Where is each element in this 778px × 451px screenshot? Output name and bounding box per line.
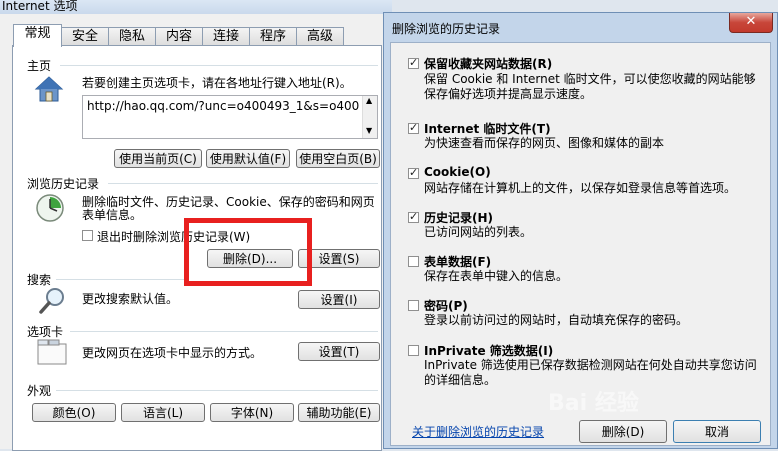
option-title: 表单数据(F) [424, 255, 492, 269]
option-description: 登录以前访问过的网站时，自动填充保存的密码。 [424, 313, 689, 327]
passwords-checkbox[interactable] [408, 300, 419, 311]
history-checkbox[interactable] [408, 210, 419, 223]
tab-content[interactable]: 内容 [155, 27, 203, 46]
home-icon [34, 74, 64, 107]
inprivate-filtering-checkbox[interactable] [408, 345, 419, 356]
option-description: InPrivate 筛选使用已保存数据检测网站在何处自动共享您访问的详细信息。 [424, 358, 757, 387]
form-data-checkbox[interactable] [408, 256, 419, 267]
preserve-favorites-checkbox[interactable] [408, 56, 419, 69]
section-divider [56, 390, 378, 391]
use-current-page-button[interactable]: 使用当前页(C) [114, 149, 202, 168]
use-blank-button[interactable]: 使用空白页(B) [296, 149, 380, 168]
section-divider [60, 65, 378, 66]
delete-history-dialog: 删除浏览的历史记录 ✕ 保留收藏夹网站数据(R) 保留 Cookie 和 Int… [383, 12, 778, 449]
about-delete-history-link[interactable]: 关于删除浏览的历史记录 [412, 423, 544, 440]
tab-programs[interactable]: 程序 [249, 27, 297, 46]
tabs-window-icon [36, 338, 68, 369]
internet-options-window: Internet 选项 常规 安全 隐私 内容 连接 程序 高级 主页 若要创建… [0, 0, 392, 451]
scroll-up-icon[interactable]: ▲ [366, 96, 372, 105]
option-title: Cookie(O) [424, 165, 491, 179]
option-title: 密码(P) [424, 299, 468, 313]
option-description: 保留 Cookie 和 Internet 临时文件，可以使您收藏的网站能够保存偏… [424, 72, 756, 101]
close-icon[interactable]: ✕ [729, 13, 773, 33]
homepage-address-field[interactable]: http://hao.qq.com/?unc=o400493_1&s=o4004… [82, 95, 378, 139]
highlight-annotation-box [184, 218, 312, 286]
tab-advanced[interactable]: 高级 [296, 27, 344, 46]
tabs-settings-button[interactable]: 设置(T) [298, 342, 380, 361]
section-divider [70, 331, 378, 332]
tab-connections[interactable]: 连接 [202, 27, 250, 46]
homepage-scrollbar[interactable]: ▲ ▼ [362, 96, 377, 138]
option-title: Internet 临时文件(T) [424, 122, 551, 136]
window-titlebar: Internet 选项 [0, 0, 392, 14]
history-section-label: 浏览历史记录 [27, 177, 100, 191]
history-description-line2: 表单信息。 [82, 208, 143, 222]
use-default-button[interactable]: 使用默认值(F) [206, 149, 290, 168]
dialog-title: 删除浏览的历史记录 [392, 22, 501, 36]
history-clock-icon [34, 192, 66, 227]
dialog-delete-button[interactable]: 删除(D) [579, 420, 667, 443]
homepage-url-text: http://hao.qq.com/?unc=o400493_1&s=o4004… [87, 99, 359, 113]
option-description: 为快速查看而保存的网页、图像和媒体的副本 [424, 136, 665, 150]
tabs-description: 更改网页在选项卡中显示的方式。 [82, 346, 263, 360]
scroll-down-icon[interactable]: ▼ [366, 126, 372, 135]
accessibility-button[interactable]: 辅助功能(E) [298, 403, 380, 422]
search-magnifier-icon [38, 286, 68, 319]
temp-internet-files-checkbox[interactable] [408, 121, 419, 134]
dialog-cancel-button[interactable]: 取消 [673, 420, 761, 443]
homepage-instruction: 若要创建主页选项卡，请在各地址行键入地址(R)。 [82, 76, 352, 90]
section-divider [108, 183, 378, 184]
tab-privacy[interactable]: 隐私 [108, 27, 156, 46]
appearance-section-label: 外观 [27, 384, 52, 398]
homepage-section-label: 主页 [27, 59, 52, 73]
tab-security[interactable]: 安全 [61, 27, 109, 46]
cookies-checkbox[interactable] [408, 166, 419, 179]
option-description: 已访问网站的列表。 [424, 225, 533, 239]
tab-general[interactable]: 常规 [13, 24, 62, 47]
delete-on-exit-checkbox[interactable] [82, 230, 93, 241]
fonts-button[interactable]: 字体(N) [210, 403, 294, 422]
search-settings-button[interactable]: 设置(I) [298, 290, 380, 309]
option-title: 历史记录(H) [424, 211, 494, 225]
search-description: 更改搜索默认值。 [82, 292, 179, 306]
option-description: 网站存储在计算机上的文件，以保存如登录信息等首选项。 [424, 181, 737, 195]
colors-button[interactable]: 颜色(O) [32, 403, 116, 422]
option-description: 保存在表单中键入的信息。 [424, 269, 569, 283]
section-divider [56, 279, 186, 280]
languages-button[interactable]: 语言(L) [121, 403, 205, 422]
window-title: Internet 选项 [2, 0, 78, 13]
watermark-logo: Bai 经验 [548, 391, 639, 416]
option-title: InPrivate 筛选数据(I) [424, 344, 554, 358]
option-title: 保留收藏夹网站数据(R) [424, 57, 553, 71]
